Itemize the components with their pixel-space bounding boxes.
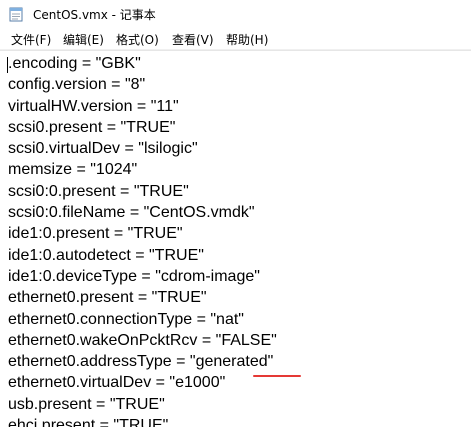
notepad-app-icon: [9, 7, 23, 22]
menu-format[interactable]: 格式(O): [116, 31, 159, 48]
red-annotation-underline: [253, 375, 301, 377]
text-line: scsi0.present = "TRUE": [8, 118, 176, 136]
title-bar[interactable]: CentOS.vmx - 记事本: [0, 0, 471, 30]
text-editor[interactable]: .encoding = "GBK" config.version = "8" v…: [0, 50, 471, 427]
menu-file[interactable]: 文件(F): [11, 31, 51, 48]
text-line: scsi0:0.present = "TRUE": [8, 182, 189, 200]
text-line: ethernet0.virtualDev = "e1000": [8, 374, 226, 392]
text-line: virtualHW.version = "11": [8, 97, 179, 115]
text-content: .encoding = "GBK" config.version = "8" v…: [8, 53, 277, 427]
menu-edit[interactable]: 编辑(E): [63, 31, 104, 48]
text-line: config.version = "8": [8, 76, 146, 94]
text-line: scsi0.virtualDev = "lsilogic": [8, 140, 198, 158]
text-line: ethernet0.connectionType = "nat": [8, 310, 244, 328]
text-line: ide1:0.deviceType = "cdrom-image": [8, 267, 260, 285]
menu-bar: 文件(F) 编辑(E) 格式(O) 查看(V) 帮助(H): [0, 29, 471, 50]
text-line: ide1:0.present = "TRUE": [8, 225, 183, 243]
window-title: CentOS.vmx - 记事本: [33, 8, 156, 22]
text-line: ide1:0.autodetect = "TRUE": [8, 246, 204, 264]
text-line: ethernet0.wakeOnPcktRcv = "FALSE": [8, 331, 277, 349]
menu-view[interactable]: 查看(V): [172, 31, 214, 48]
text-line: .encoding = "GBK": [8, 55, 141, 72]
text-line: usb.present = "TRUE": [8, 395, 165, 413]
menu-help[interactable]: 帮助(H): [226, 31, 268, 48]
text-line: ethernet0.present = "TRUE": [8, 289, 207, 307]
text-line: scsi0:0.fileName = "CentOS.vmdk": [8, 204, 255, 222]
text-line: ehci.present = "TRUE": [8, 417, 169, 427]
text-line: memsize = "1024": [8, 161, 138, 179]
notepad-window: CentOS.vmx - 记事本 文件(F) 编辑(E) 格式(O) 查看(V)…: [0, 0, 471, 427]
text-line: ethernet0.addressType = "generated": [8, 353, 274, 371]
